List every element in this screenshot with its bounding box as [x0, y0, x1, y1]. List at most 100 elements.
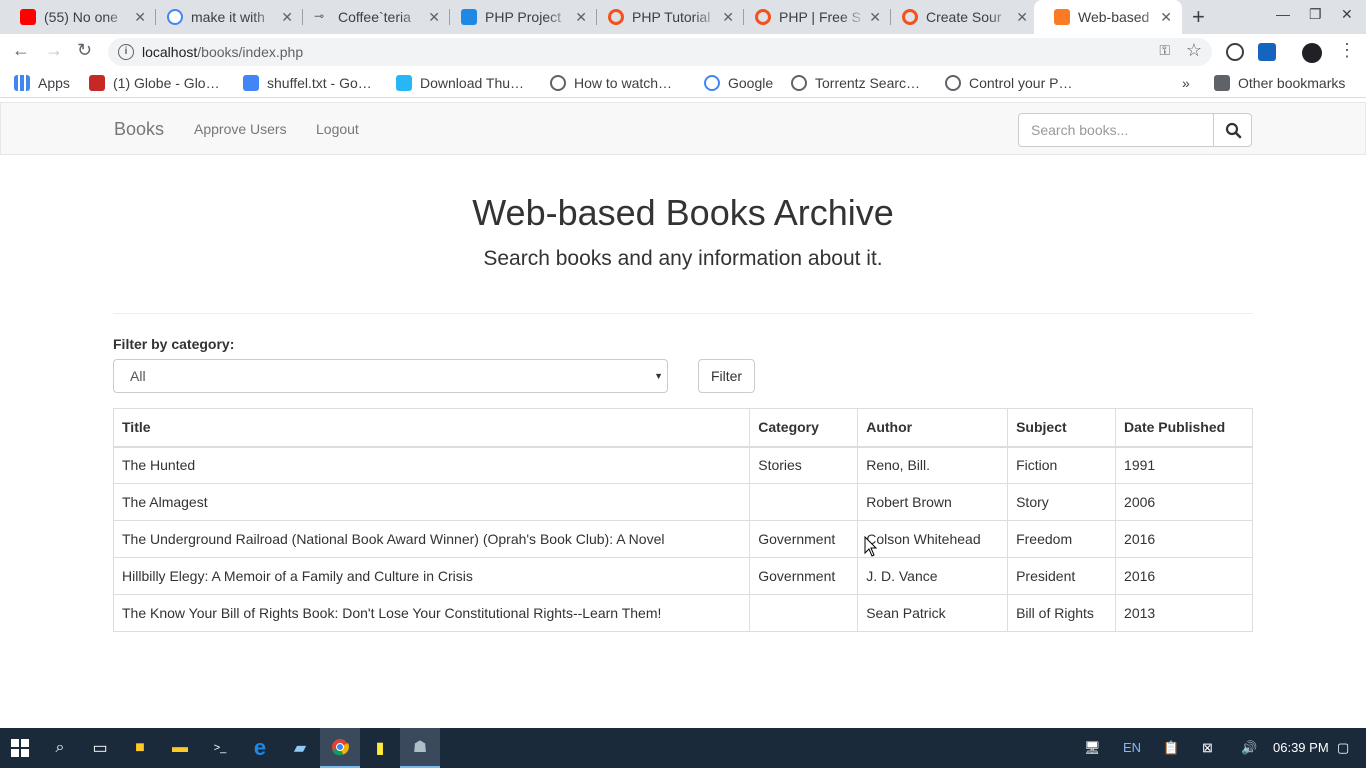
bookmark-label: Apps [38, 75, 70, 91]
bookmark-label: Google [728, 75, 774, 91]
close-icon[interactable]: ✕ [134, 9, 146, 26]
close-icon[interactable]: ✕ [281, 9, 293, 26]
edge-icon[interactable]: e [240, 728, 280, 768]
volume-icon[interactable]: 🔊 [1241, 740, 1257, 756]
close-icon[interactable]: ✕ [1160, 9, 1172, 26]
bookmark-item[interactable]: Google [704, 75, 773, 91]
clipboard-icon[interactable]: 📋 [1163, 740, 1179, 756]
info-icon[interactable]: i [118, 44, 134, 60]
bird-icon [396, 75, 412, 91]
new-tab-button[interactable]: + [1192, 4, 1205, 30]
restore-icon[interactable]: ❐ [1309, 6, 1322, 23]
language-indicator[interactable]: EN [1123, 740, 1141, 755]
address-bar[interactable]: i localhost/books/index.php ⚿ ☆ [108, 38, 1212, 66]
bookmark-apps[interactable]: Apps [14, 75, 70, 91]
chevron-down-icon: ▼ [654, 371, 663, 381]
minimize-icon[interactable]: — [1276, 6, 1290, 22]
more-bookmarks-button[interactable]: » [1182, 75, 1190, 91]
url-text[interactable]: localhost/books/index.php [142, 44, 303, 60]
tab-title: PHP Project [485, 9, 561, 25]
bookmark-item[interactable]: shuffel.txt - Go… [243, 75, 372, 91]
page-title: Web-based Books Archive [472, 192, 894, 233]
google-icon [704, 75, 720, 91]
search-input[interactable] [1018, 113, 1214, 147]
brand-link[interactable]: Books [114, 119, 164, 140]
filter-label: Filter by category: [113, 336, 235, 352]
cell-author: J. D. Vance [857, 557, 1009, 595]
forward-icon[interactable]: → [45, 40, 63, 61]
tab-title: Coffee`teria [338, 9, 411, 25]
code-icon [461, 9, 477, 25]
site-navbar: Books Approve Users Logout [0, 102, 1366, 155]
star-icon[interactable]: ☆ [1186, 40, 1202, 61]
globe-icon [791, 75, 807, 91]
chrome-icon[interactable] [320, 728, 360, 768]
search-button[interactable] [1213, 113, 1252, 147]
browser-tab[interactable]: (55) No one ✕ [0, 0, 156, 34]
cell-title: Hillbilly Elegy: A Memoir of a Family an… [112, 557, 751, 595]
cell-author: Colson Whitehead [857, 520, 1009, 558]
battery-icon[interactable]: ⊠ [1202, 740, 1213, 756]
clock[interactable]: 06:39 PM [1273, 740, 1329, 755]
globe-icon [89, 75, 105, 91]
search-icon[interactable]: ⌕ [40, 728, 80, 768]
bookmark-item[interactable]: Download Thu… [396, 75, 524, 91]
tab-title: PHP | Free S [779, 9, 861, 25]
app-icon[interactable]: ☗ [400, 728, 440, 768]
notepad-icon[interactable]: ▰ [280, 728, 320, 768]
extension-icon[interactable] [1226, 43, 1244, 61]
extension-icon[interactable] [1258, 43, 1276, 61]
filter-button[interactable]: Filter [698, 359, 755, 393]
table-row: Hillbilly Elegy: A Memoir of a Family an… [112, 557, 1253, 595]
close-window-icon[interactable]: ✕ [1341, 6, 1353, 23]
browser-tab[interactable]: make it with ✕ [147, 0, 303, 34]
browser-tab[interactable]: Create Sour ✕ [882, 0, 1038, 34]
close-icon[interactable]: ✕ [869, 9, 881, 26]
cell-date: 2013 [1115, 594, 1253, 632]
close-icon[interactable]: ✕ [575, 9, 587, 26]
browser-tab-active[interactable]: Web-based ✕ [1034, 0, 1182, 34]
bookmark-item[interactable]: Torrentz Searc… [791, 75, 920, 91]
profile-avatar[interactable] [1302, 43, 1322, 63]
tab-title: Create Sour [926, 9, 1002, 25]
key-icon[interactable]: ⚿ [1159, 42, 1170, 59]
cell-subject: President [1007, 557, 1117, 595]
browser-tab[interactable]: PHP | Free S ✕ [735, 0, 891, 34]
youtube-icon [20, 9, 36, 25]
close-icon[interactable]: ✕ [428, 9, 440, 26]
browser-tab[interactable]: PHP Tutorial ✕ [588, 0, 744, 34]
site-icon [755, 9, 771, 25]
other-bookmarks[interactable]: Other bookmarks [1214, 75, 1345, 91]
tab-title: make it with [191, 9, 265, 25]
menu-icon[interactable]: ⋮ [1338, 40, 1356, 61]
reload-icon[interactable]: ↻ [77, 40, 92, 61]
network-icon[interactable]: 🖥 [1084, 740, 1101, 756]
file-explorer-icon[interactable]: ■ [120, 728, 160, 768]
back-icon[interactable]: ← [12, 40, 30, 61]
search-icon [1225, 122, 1242, 139]
close-icon[interactable]: ✕ [722, 9, 734, 26]
start-button[interactable] [0, 728, 40, 768]
site-icon [902, 9, 918, 25]
sticky-notes-icon[interactable]: ▮ [360, 728, 400, 768]
browser-tab[interactable]: ⊸ Coffee`teria ✕ [294, 0, 450, 34]
notifications-icon[interactable]: ▢ [1337, 740, 1349, 756]
bookmark-item[interactable]: How to watch… [550, 75, 672, 91]
close-icon[interactable]: ✕ [1016, 9, 1028, 26]
cell-subject: Fiction [1007, 446, 1117, 484]
nav-logout[interactable]: Logout [316, 121, 359, 137]
category-select[interactable]: All ▼ [113, 359, 668, 393]
mouse-cursor-icon [864, 536, 878, 557]
tab-title: Web-based [1078, 9, 1150, 25]
cell-date: 2016 [1115, 557, 1253, 595]
task-view-icon[interactable]: ▭ [80, 728, 120, 768]
browser-tab[interactable]: PHP Project ✕ [441, 0, 597, 34]
table-row: The Hunted Stories Reno, Bill. Fiction 1… [112, 446, 1253, 484]
bookmark-item[interactable]: Control your P… [945, 75, 1072, 91]
terminal-icon[interactable]: >_ [200, 728, 240, 768]
nav-approve-users[interactable]: Approve Users [194, 121, 287, 137]
folder-icon [1214, 75, 1230, 91]
cell-category: Government [749, 520, 859, 558]
folder-icon[interactable]: ▬ [160, 728, 200, 768]
bookmark-item[interactable]: (1) Globe - Glo… [89, 75, 220, 91]
